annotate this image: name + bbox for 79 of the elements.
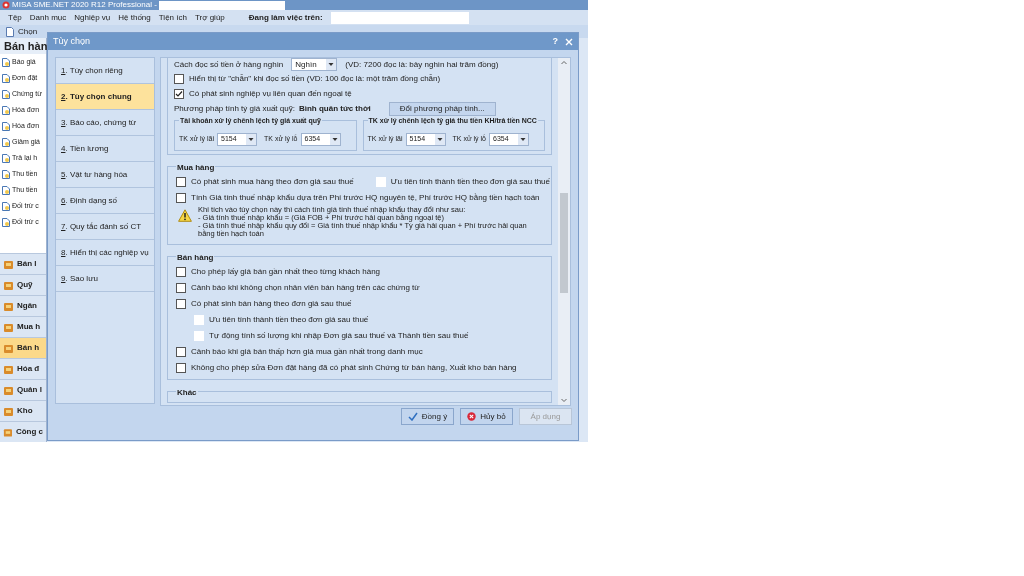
option-label: Tính Giá tính thuế nhập khẩu dựa trên Phí trước HQ nguyên tệ, Phí trước HQ bằng tiền hạch toán: [191, 191, 540, 204]
module-tab[interactable]: Mua h: [0, 316, 46, 337]
module-icon: [3, 363, 14, 375]
checkbox[interactable]: [176, 282, 186, 293]
module-icon: [3, 342, 14, 354]
caret-icon: [246, 133, 257, 145]
option-label: Có phát sinh bán hàng theo đơn giá sau thuế: [191, 297, 352, 310]
module-tab[interactable]: Bán l: [0, 253, 46, 274]
nav-tab[interactable]: 5. Vật tư hàng hóa: [56, 162, 154, 188]
caret-icon: [329, 133, 340, 145]
option-label: Cảnh báo khi không chọn nhân viên bán hàng trên các chứng từ: [191, 281, 420, 294]
option-label: Có phát sinh mua hàng theo đơn giá sau thuế: [191, 175, 354, 188]
menu-item[interactable]: Trợ giúp: [194, 11, 225, 24]
menu-item[interactable]: Hệ thống: [118, 11, 151, 24]
module-icon: [3, 405, 14, 417]
nav-tab[interactable]: 3. Báo cáo, chứng từ: [56, 110, 154, 136]
module-tab[interactable]: Bán h: [0, 337, 46, 358]
option-label: Có phát sinh nghiệp vụ liên quan đến ngoại tệ: [189, 87, 352, 100]
change-method-button[interactable]: Đổi phương pháp tính...: [388, 102, 496, 116]
checkbox[interactable]: [176, 176, 186, 187]
caret-icon: [518, 133, 528, 145]
checkbox[interactable]: [174, 88, 184, 99]
nav-tab[interactable]: 4. Tiền lương: [56, 136, 154, 162]
option-label: Hiển thị từ "chẵn" khi đọc số tiền (VD: 100 đọc là: một trăm đồng chẵn): [189, 72, 441, 85]
checkbox[interactable]: [176, 266, 186, 277]
module-tab[interactable]: Ngân: [0, 295, 46, 316]
module-tab[interactable]: Quản l: [0, 379, 46, 400]
cancel-icon: [467, 412, 477, 421]
checkmark-icon: [407, 412, 418, 421]
menu-item[interactable]: Nghiệp vụ: [74, 11, 111, 24]
checkbox[interactable]: [174, 73, 184, 84]
caret-icon: [434, 133, 445, 145]
scrollbar[interactable]: [558, 58, 570, 405]
dialog-button[interactable]: Hủy bỏ: [460, 408, 513, 425]
warning-icon: [178, 208, 192, 222]
dropdown[interactable]: Nghìn: [291, 58, 338, 71]
module-icon: [3, 321, 14, 333]
document-icon[interactable]: [6, 26, 14, 37]
working-on-field[interactable]: [330, 11, 469, 24]
option-label: Ưu tiên tính thành tiền theo đơn giá sau thuế: [390, 175, 550, 188]
scroll-thumb[interactable]: [560, 193, 568, 293]
close-icon[interactable]: [565, 37, 573, 46]
menu-item[interactable]: Danh mục: [29, 11, 67, 24]
checkbox[interactable]: [176, 346, 186, 357]
setting-label: Cách đọc số tiền ở hàng nghìn: [174, 58, 284, 71]
checkbox[interactable]: [176, 298, 186, 309]
module-icon: [3, 384, 14, 396]
menu-item[interactable]: Tệp: [8, 11, 22, 24]
nav-tab[interactable]: 6. Định dạng số: [56, 188, 154, 214]
module-tab[interactable]: Công c: [0, 421, 46, 442]
toolbar-button[interactable]: Chọn: [18, 25, 38, 38]
module-tab[interactable]: Quỹ: [0, 274, 46, 295]
option-label: Ưu tiên tính thành tiền theo đơn giá sau thuế: [209, 313, 369, 326]
module-tab[interactable]: Hóa đ: [0, 358, 46, 379]
setting-label: Phương pháp tính tỷ giá xuất quỹ:: [174, 103, 295, 115]
checkbox[interactable]: [176, 192, 186, 203]
nav-tab[interactable]: 2. Tùy chọn chung: [56, 84, 154, 110]
app-logo-icon: [2, 1, 10, 9]
module-icon: [3, 258, 14, 270]
dialog-button[interactable]: Đồng ý: [401, 408, 454, 425]
example-text: (VD: 7200 đọc là: bảy nghìn hai trăm đồng): [345, 58, 499, 71]
dialog-title: Tùy chọn: [53, 34, 91, 48]
nav-tab[interactable]: 9. Sao lưu: [56, 266, 154, 292]
module-icon: [3, 300, 14, 312]
option-label: Cho phép lấy giá bán gần nhất theo từng khách hàng: [191, 265, 381, 278]
setting-value: Bình quân tức thời: [298, 103, 371, 115]
working-on-label: Đang làm việc trên:: [248, 11, 323, 24]
module-tab[interactable]: Kho: [0, 400, 46, 421]
window-title: MISA SME.NET 2020 R12 Professional -: [12, 0, 157, 11]
nav-tab[interactable]: 8. Hiển thị các nghiệp vụ: [56, 240, 154, 266]
menu-item[interactable]: Tiện ích: [158, 11, 187, 24]
panel-title: Bán hàn: [0, 38, 46, 54]
module-icon: [3, 426, 13, 438]
option-label: Không cho phép sửa Đơn đặt hàng đã có phát sinh Chứng từ bán hàng, Xuất kho bán hàng: [191, 361, 517, 374]
nav-tab[interactable]: 7. Quy tắc đánh số CT: [56, 214, 154, 240]
option-label: Cảnh báo khi giá bán thấp hơn giá mua gần nhất trong danh mục: [191, 345, 423, 358]
module-icon: [3, 279, 14, 291]
checkbox[interactable]: [176, 362, 186, 373]
option-label: Tự động tính số lượng khi nhập Đơn giá sau thuế và Thành tiền sau thuế: [209, 329, 469, 342]
